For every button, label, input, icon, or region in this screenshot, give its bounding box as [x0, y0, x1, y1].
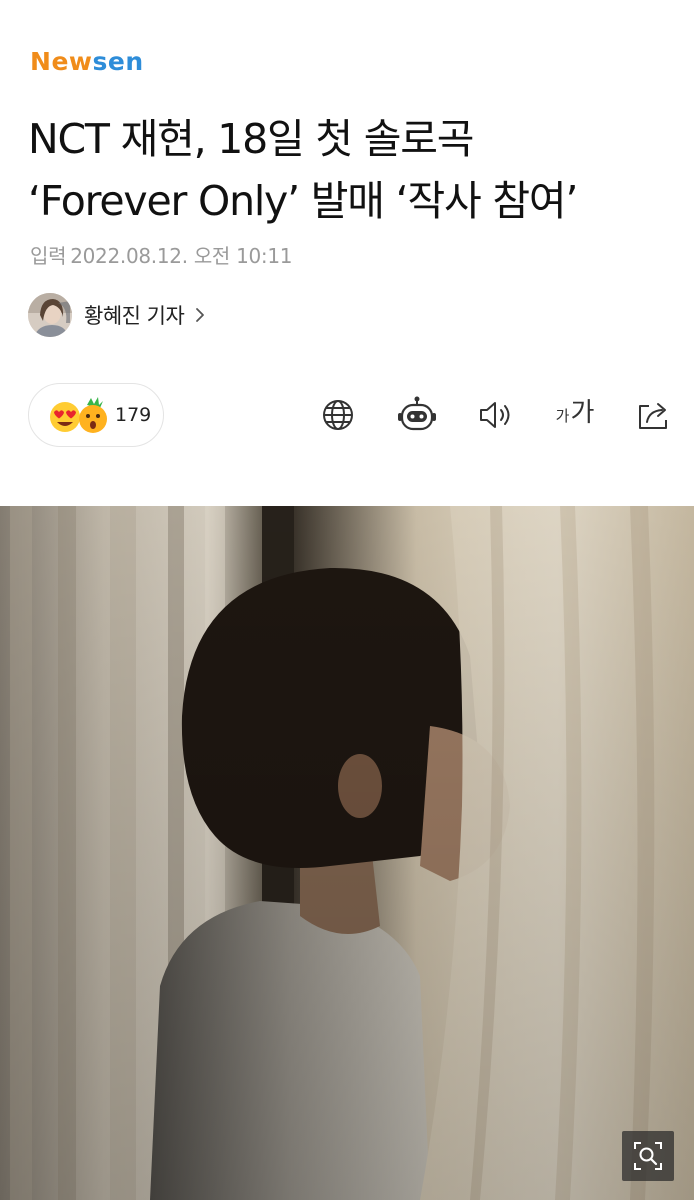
font-size-big-label: 가: [570, 398, 595, 428]
newsen-logo[interactable]: New sen: [30, 47, 144, 76]
surprised-pineapple-emoji: [79, 397, 107, 433]
read-aloud-button[interactable]: [470, 392, 522, 438]
article-photo[interactable]: [0, 506, 694, 1200]
zoom-search-icon: [634, 1142, 662, 1170]
robot-icon: [398, 396, 436, 431]
date-value: 2022.08.12. 오전 10:11: [70, 244, 293, 268]
author-name: 황혜진 기자: [84, 304, 185, 328]
article-toolbar: 가가: [312, 392, 680, 438]
article-page: New sen NCT 재현, 18일 첫 솔로곡 ‘Forever Only’ …: [0, 0, 694, 1200]
translate-button[interactable]: [312, 392, 364, 438]
site-header: New sen: [30, 46, 144, 76]
headline-line-2: ‘Forever Only’ 발매 ‘작사 참여’: [28, 177, 578, 225]
logo-letters-sen: sen: [92, 46, 144, 76]
heart-eyes-emoji: [50, 402, 80, 432]
image-zoom-button[interactable]: [622, 1131, 674, 1181]
author-avatar: [28, 293, 72, 337]
reaction-emoji-group: [50, 397, 107, 433]
logo-letters-ew: ew: [51, 46, 93, 76]
speaker-icon: [480, 402, 510, 428]
headline-line-1: NCT 재현, 18일 첫 솔로곡: [28, 115, 475, 163]
font-size-button[interactable]: 가가: [549, 392, 601, 438]
curtain-portrait-photo: [0, 506, 694, 1200]
logo-letter-n: N: [30, 46, 52, 76]
reaction-emojis: [47, 397, 107, 433]
date-label: 입력: [30, 244, 67, 268]
reaction-count: 179: [115, 404, 152, 426]
reaction-button[interactable]: 179: [28, 383, 164, 447]
share-icon: [639, 403, 667, 429]
publish-date: 입력 2022.08.12. 오전 10:11: [30, 240, 293, 269]
article-headline: NCT 재현, 18일 첫 솔로곡 ‘Forever Only’ 발매 ‘작사 …: [28, 108, 668, 232]
avatar-photo: [28, 293, 72, 337]
share-button[interactable]: [628, 392, 680, 438]
summary-bot-button[interactable]: [391, 392, 443, 438]
author-link[interactable]: 황혜진 기자: [28, 293, 208, 337]
font-size-small-label: 가: [555, 407, 570, 425]
globe-icon: [323, 400, 353, 430]
chevron-right-icon: [196, 308, 205, 322]
